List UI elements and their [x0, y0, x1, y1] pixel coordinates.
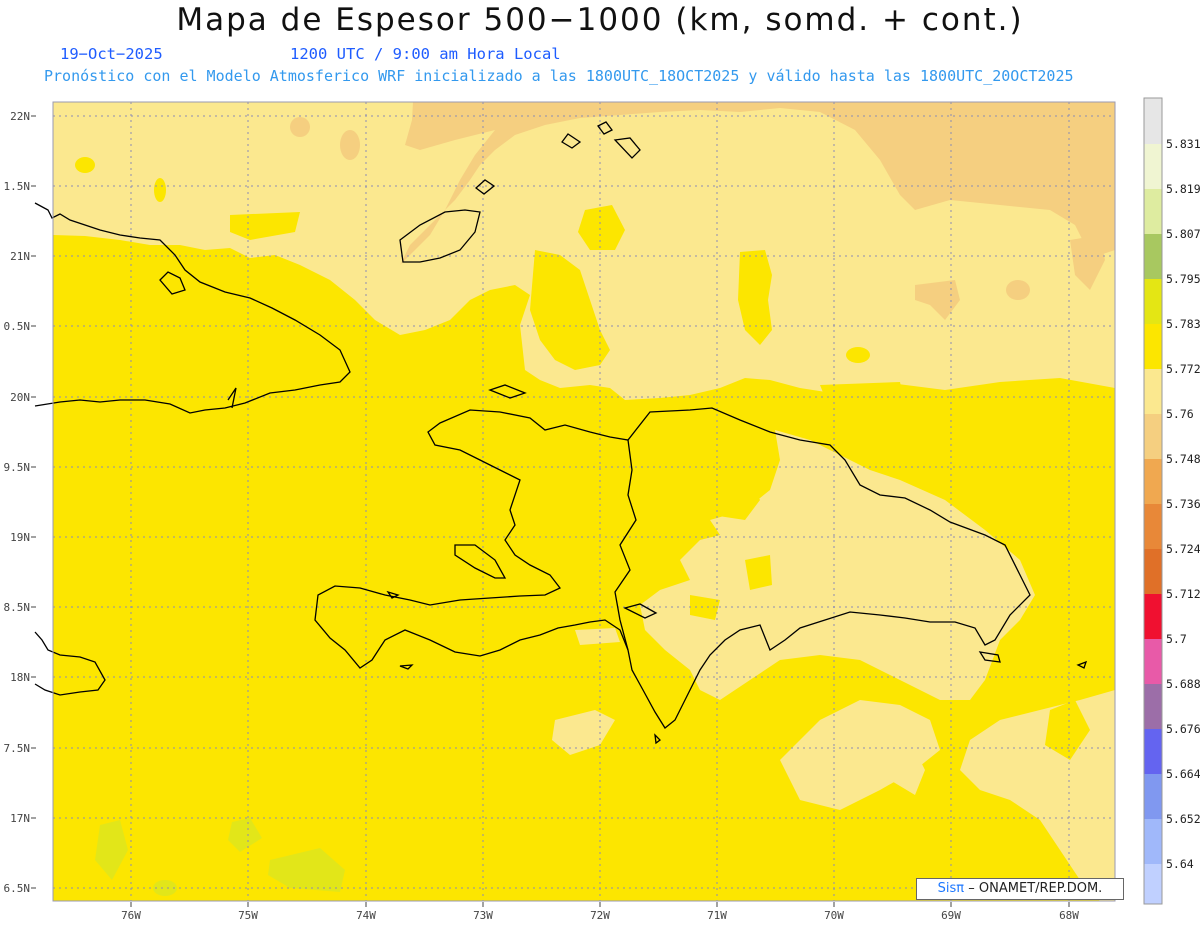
colorbar-swatch [1144, 864, 1162, 904]
colorbar-label: 5.76 [1166, 407, 1194, 421]
colorbar-swatch [1144, 459, 1162, 504]
colorbar-label: 5.652 [1166, 812, 1200, 826]
colorbar-swatch [1144, 594, 1162, 639]
x-tick-label: 69W [941, 909, 961, 922]
colorbar-swatch [1144, 369, 1162, 414]
field-5772-patch [846, 347, 870, 363]
colorbar-label: 5.736 [1166, 497, 1200, 511]
y-tick-label: 18N [10, 671, 30, 684]
colorbar-label: 5.783 [1166, 317, 1200, 331]
y-tick-label: 22N [10, 110, 30, 123]
colorbar-label: 5.772 [1166, 362, 1200, 376]
field-5772-patch [75, 157, 95, 173]
credit-brand: Sisπ [937, 881, 965, 896]
x-axis: 76W 75W 74W 73W 72W 71W 70W 69W 68W [121, 909, 1079, 922]
colorbar-swatch [1144, 819, 1162, 864]
x-tick-label: 73W [473, 909, 493, 922]
x-tick-label: 70W [824, 909, 844, 922]
y-tick-label: 21N [10, 250, 30, 263]
y-tick-label: 19N [10, 531, 30, 544]
y-tick-label: 6.5N [4, 882, 31, 895]
thickness-map: 22N 1.5N 21N 0.5N 20N 9.5N 19N 8.5N 18N … [4, 97, 1200, 922]
field-5748-patch [290, 117, 310, 137]
colorbar-label: 5.676 [1166, 722, 1200, 736]
colorbar-swatch [1144, 234, 1162, 279]
credit-box: Sisπ – ONAMET/REP.DOM. [916, 878, 1124, 900]
y-tick-label: 0.5N [4, 320, 31, 333]
x-tick-label: 74W [356, 909, 376, 922]
y-tick-label: 1.5N [4, 180, 31, 193]
colorbar-swatch [1144, 98, 1162, 144]
credit-text: – ONAMET/REP.DOM. [968, 881, 1103, 896]
y-tick-label: 20N [10, 391, 30, 404]
colorbar-label: 5.819 [1166, 182, 1200, 196]
colorbar-labels: 5.831 5.819 5.807 5.795 5.783 5.772 5.76… [1166, 137, 1200, 871]
field-5760-patch [575, 628, 620, 645]
colorbar-label: 5.724 [1166, 542, 1200, 556]
colorbar-swatch [1144, 684, 1162, 729]
colorbar-label: 5.688 [1166, 677, 1200, 691]
colorbar-label: 5.831 [1166, 137, 1200, 151]
colorbar-label: 5.664 [1166, 767, 1200, 781]
x-tick-label: 72W [590, 909, 610, 922]
colorbar-swatch [1144, 414, 1162, 459]
colorbar-label: 5.807 [1166, 227, 1200, 241]
field-5748-patch [340, 130, 360, 160]
colorbar [1143, 97, 1163, 905]
x-tick-label: 75W [238, 909, 258, 922]
colorbar-swatch [1144, 279, 1162, 324]
colorbar-swatch [1144, 774, 1162, 819]
y-tick-label: 7.5N [4, 742, 31, 755]
colorbar-swatch [1144, 189, 1162, 234]
field-5748-patch [1006, 280, 1030, 300]
colorbar-swatch [1144, 549, 1162, 594]
colorbar-label: 5.7 [1166, 632, 1187, 646]
colorbar-label: 5.64 [1166, 857, 1194, 871]
y-axis: 22N 1.5N 21N 0.5N 20N 9.5N 19N 8.5N 18N … [4, 110, 31, 895]
colorbar-label: 5.712 [1166, 587, 1200, 601]
colorbar-label: 5.748 [1166, 452, 1200, 466]
x-tick-label: 68W [1059, 909, 1079, 922]
x-tick-label: 76W [121, 909, 141, 922]
x-tick-label: 71W [707, 909, 727, 922]
colorbar-swatch [1144, 639, 1162, 684]
y-tick-label: 17N [10, 812, 30, 825]
field-5772-patch [154, 178, 166, 202]
colorbar-swatch [1144, 324, 1162, 369]
colorbar-label: 5.795 [1166, 272, 1200, 286]
colorbar-swatch [1144, 504, 1162, 549]
colorbar-swatch [1144, 144, 1162, 189]
y-tick-label: 9.5N [4, 461, 31, 474]
y-tick-label: 8.5N [4, 601, 31, 614]
colorbar-swatch [1144, 729, 1162, 774]
